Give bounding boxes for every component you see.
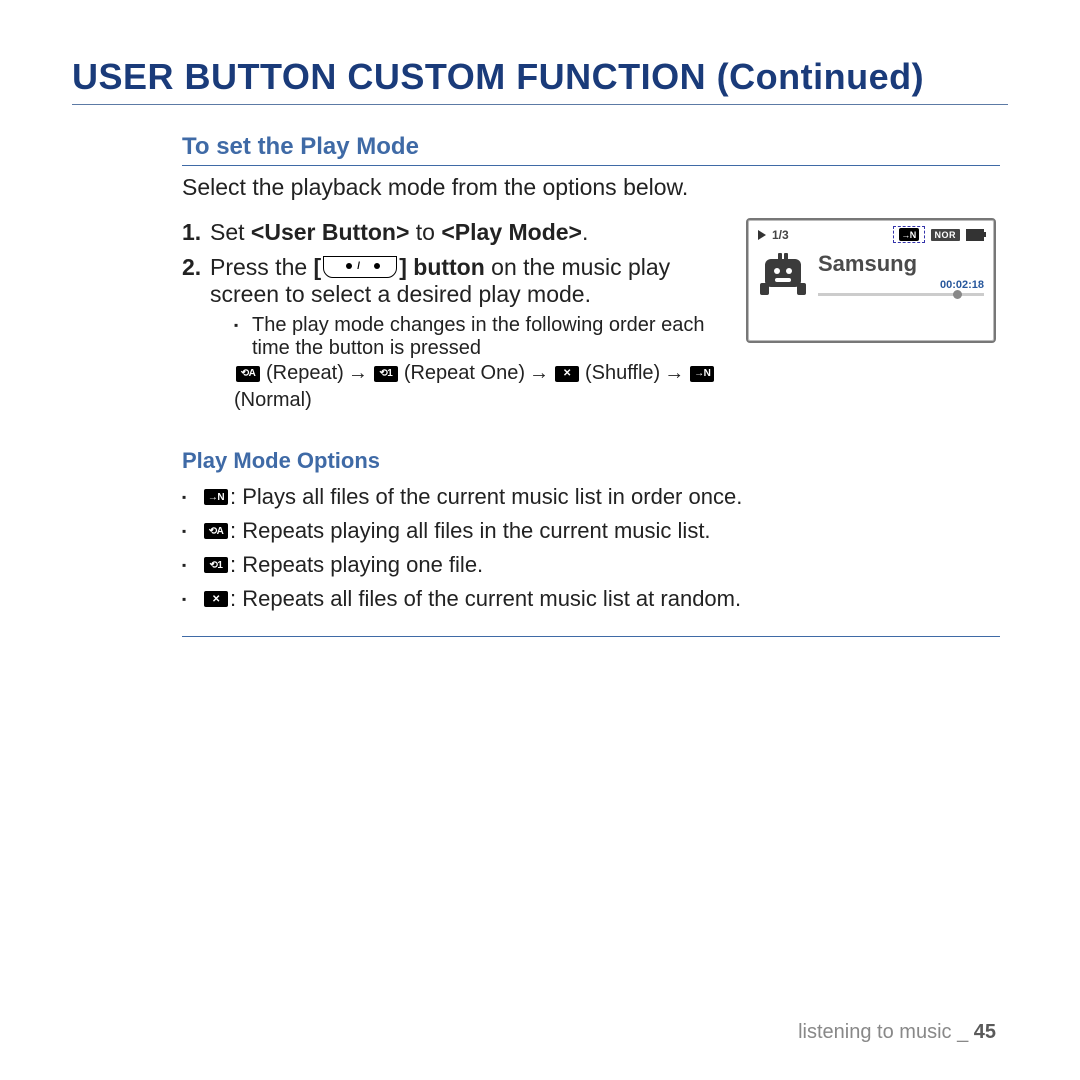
page-footer: listening to music _ 45 bbox=[798, 1021, 996, 1044]
repeat-all-icon: ⟲A bbox=[236, 366, 260, 382]
normal-icon: →N bbox=[899, 228, 919, 241]
bullet-square-icon: ▪ bbox=[182, 486, 202, 508]
step-number: 2. bbox=[182, 254, 210, 412]
playback-time: 00:02:18 bbox=[818, 279, 984, 291]
repeat-all-icon: ⟲A bbox=[204, 523, 228, 539]
track-title: Samsung bbox=[818, 251, 984, 277]
nor-badge: NOR bbox=[931, 229, 961, 241]
section-heading: To set the Play Mode bbox=[182, 133, 1000, 166]
step-sub-bullets: ▪The play mode changes in the following … bbox=[234, 314, 730, 360]
normal-icon: →N bbox=[204, 489, 228, 505]
album-art-icon bbox=[758, 253, 808, 295]
progress-bar bbox=[818, 293, 984, 296]
step-number: 1. bbox=[182, 219, 210, 246]
options-heading: Play Mode Options bbox=[182, 448, 1000, 474]
section-intro: Select the playback mode from the option… bbox=[182, 174, 1000, 201]
option-text: : Repeats playing one file. bbox=[230, 552, 483, 578]
device-screenshot: 1/3 →N NOR Samsung 00:02:18 bbox=[746, 218, 996, 343]
page-title: USER BUTTON CUSTOM FUNCTION (Continued) bbox=[72, 56, 1008, 105]
option-text: : Plays all files of the current music l… bbox=[230, 484, 742, 510]
user-button-icon: / bbox=[323, 256, 397, 278]
battery-icon bbox=[966, 229, 984, 241]
step-body: Press the [/] button on the music play s… bbox=[210, 254, 730, 412]
option-text: : Repeats all files of the current music… bbox=[230, 586, 741, 612]
options-list: ▪ →N : Plays all files of the current mu… bbox=[182, 484, 1000, 637]
highlighted-mode-icon: →N bbox=[893, 226, 925, 243]
play-mode-chain: ⟲A (Repeat) → ⟲1 (Repeat One) → ✕ (Shuff… bbox=[234, 362, 730, 412]
play-icon bbox=[758, 230, 766, 240]
shuffle-icon: ✕ bbox=[555, 366, 579, 382]
bullet-square-icon: ▪ bbox=[234, 314, 252, 360]
bullet-square-icon: ▪ bbox=[182, 554, 202, 576]
option-text: : Repeats playing all files in the curre… bbox=[230, 518, 711, 544]
track-counter: 1/3 bbox=[772, 228, 789, 242]
repeat-one-icon: ⟲1 bbox=[204, 557, 228, 573]
shuffle-icon: ✕ bbox=[204, 591, 228, 607]
normal-icon: →N bbox=[690, 366, 714, 382]
bullet-square-icon: ▪ bbox=[182, 588, 202, 610]
repeat-one-icon: ⟲1 bbox=[374, 366, 398, 382]
bullet-square-icon: ▪ bbox=[182, 520, 202, 542]
